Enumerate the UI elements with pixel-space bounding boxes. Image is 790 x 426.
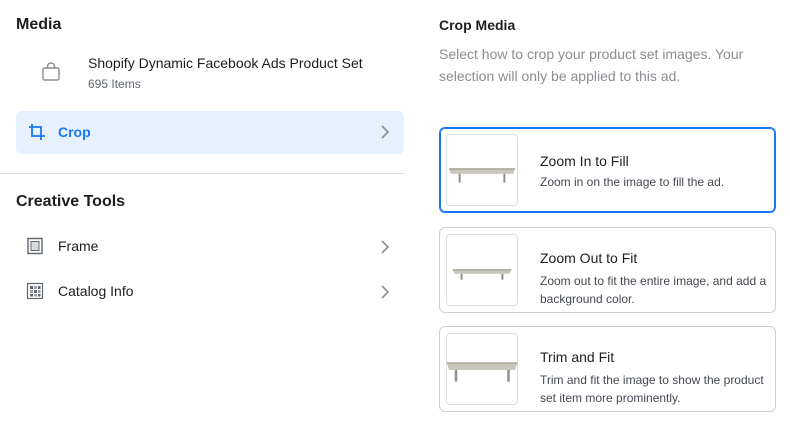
creative-tools-title: Creative Tools (16, 193, 126, 210)
option-description: Trim and fit the image to show the produ… (540, 373, 764, 405)
product-set-name: Shopify Dynamic Facebook Ads Product Set (88, 55, 363, 71)
sidebar-item-label: Catalog Info (58, 283, 134, 299)
sidebar-item-catalog-info[interactable]: Catalog Info (16, 272, 404, 312)
option-description: Zoom out to fit the entire image, and ad… (540, 274, 767, 306)
table-image (447, 362, 517, 382)
product-thumbnail (446, 234, 518, 306)
product-set-count: 695 Items (88, 77, 141, 91)
shopping-bag-icon (42, 62, 60, 81)
chevron-right-icon (381, 285, 390, 299)
option-title: Zoom Out to Fit (540, 250, 638, 266)
crop-option-zoom-out[interactable]: Zoom Out to Fit Zoom out to fit the enti… (439, 227, 776, 313)
product-thumbnail (446, 333, 518, 405)
table-image (452, 269, 512, 280)
crop-option-zoom-in[interactable]: Zoom In to Fill Zoom in on the image to … (439, 127, 776, 213)
crop-media-description: Select how to crop your product set imag… (439, 46, 744, 84)
chevron-right-icon (381, 125, 390, 139)
chevron-right-icon (381, 240, 390, 254)
crop-option-trim-and-fit[interactable]: Trim and Fit Trim and fit the image to s… (439, 326, 776, 412)
option-title: Trim and Fit (540, 349, 615, 365)
sidebar-item-label: Crop (58, 124, 91, 140)
crop-icon (29, 124, 45, 140)
crop-media-title: Crop Media (439, 17, 516, 33)
option-description: Zoom in on the image to fill the ad. (540, 175, 725, 189)
product-thumbnail (446, 134, 518, 206)
option-title: Zoom In to Fill (540, 153, 629, 169)
table-image (448, 168, 516, 183)
left-panel: Media Shopify Dynamic Facebook Ads Produ… (0, 0, 420, 426)
product-set-row: Shopify Dynamic Facebook Ads Product Set… (16, 50, 406, 98)
section-divider (0, 173, 404, 174)
media-section-title: Media (16, 16, 62, 33)
sidebar-item-crop[interactable]: Crop (16, 111, 404, 154)
sidebar-item-label: Frame (58, 238, 99, 254)
crop-media-panel: Crop Media Select how to crop your produ… (439, 0, 779, 426)
frame-icon (27, 237, 43, 255)
catalog-grid-icon (26, 282, 44, 300)
sidebar-item-frame[interactable]: Frame (16, 227, 404, 267)
